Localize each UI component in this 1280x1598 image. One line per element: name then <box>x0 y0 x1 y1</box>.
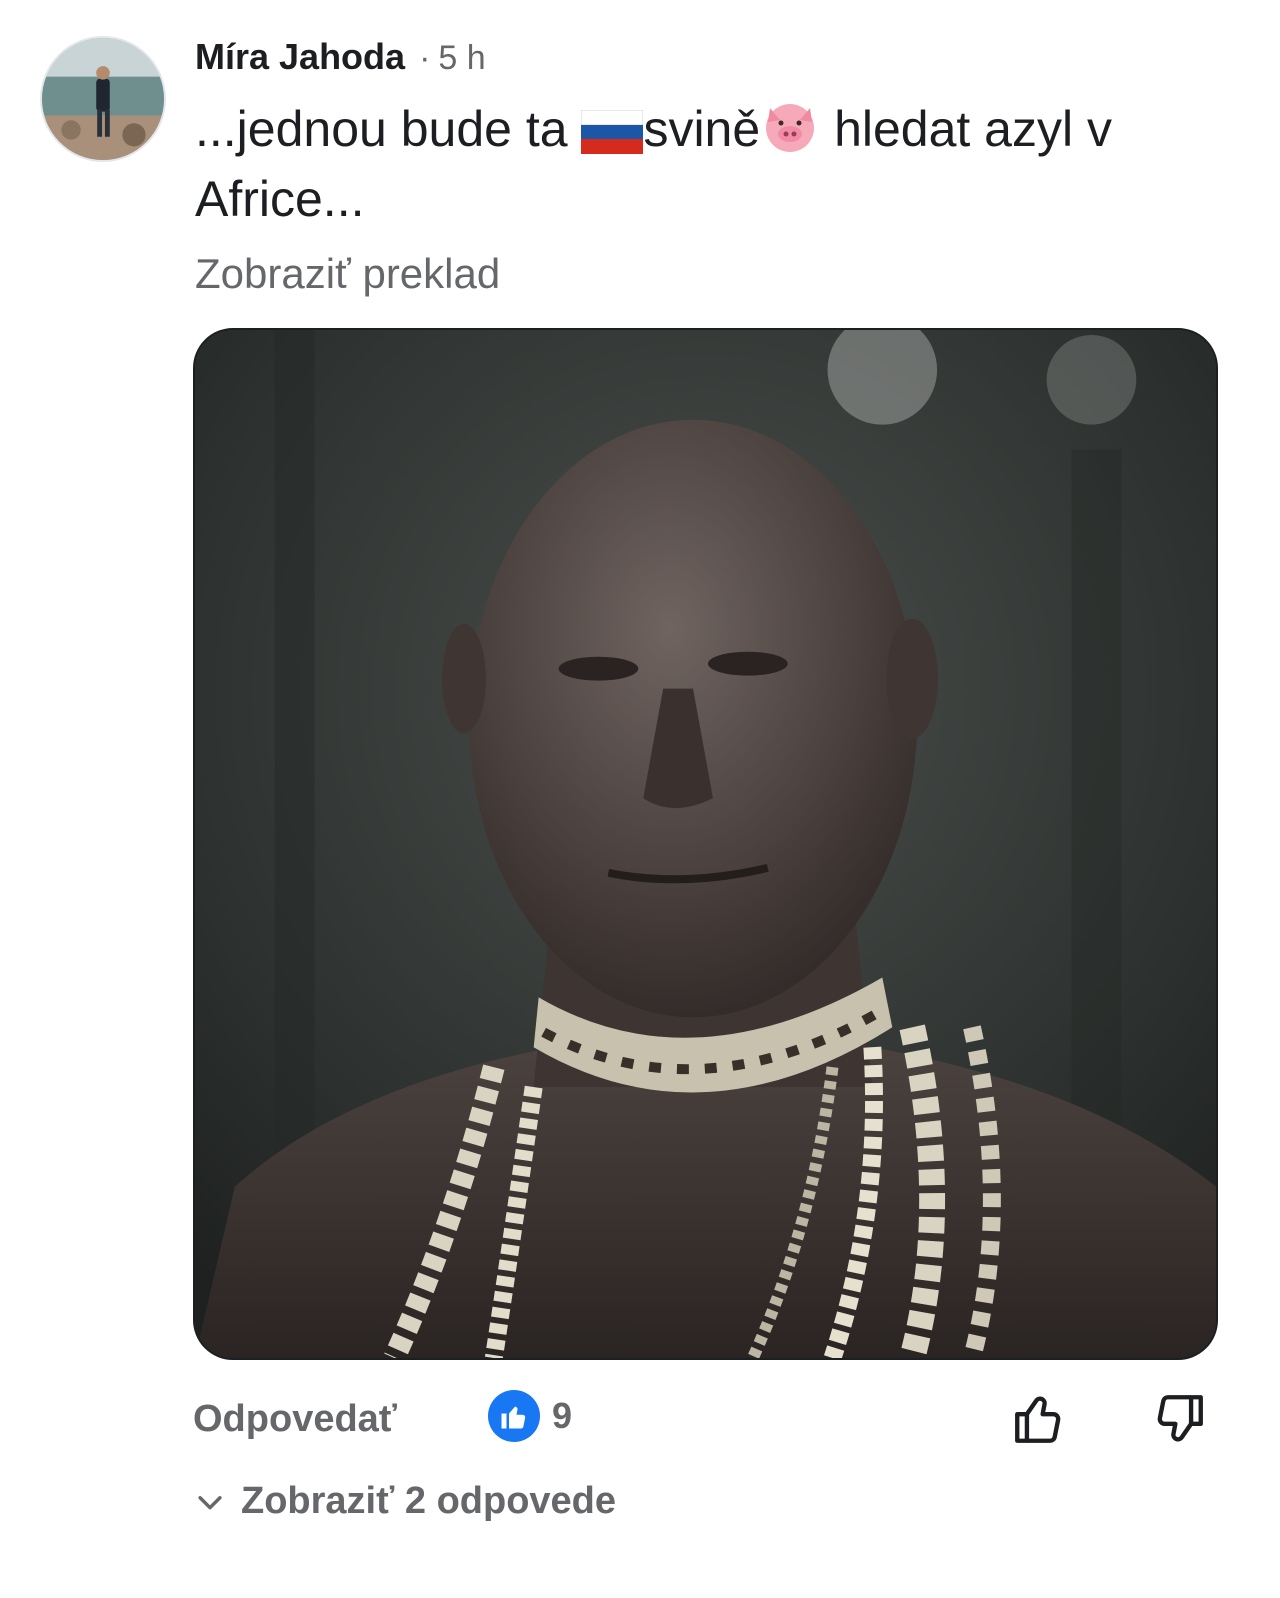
like-count: 9 <box>552 1395 573 1436</box>
pig-face-icon <box>760 98 820 168</box>
comment-attached-image[interactable] <box>193 328 1218 1360</box>
comment-text-part-1: ...jednou bude ta <box>195 101 582 157</box>
portrait-photo <box>195 330 1216 1358</box>
avatar-photo <box>42 38 164 160</box>
comment-header: Míra Jahoda · 5 h <box>195 36 486 78</box>
author-name[interactable]: Míra Jahoda <box>195 36 405 78</box>
view-replies-button[interactable]: Zobraziť 2 odpovede <box>193 1480 616 1523</box>
russia-flag-icon <box>580 106 644 168</box>
thumbs-up-icon[interactable] <box>1010 1390 1068 1448</box>
comment-text-part-2: svině <box>643 101 761 157</box>
thumbs-down-icon[interactable] <box>1150 1390 1208 1448</box>
reaction-summary[interactable]: 9 <box>488 1390 572 1442</box>
see-translation-link[interactable]: Zobraziť preklad <box>195 250 500 298</box>
comment-time: · 5 h <box>419 39 486 77</box>
like-reaction-icon <box>488 1390 540 1442</box>
comment-text: ...jednou bude ta svině hledat azyl v Af… <box>195 98 1195 230</box>
view-replies-label: Zobraziť 2 odpovede <box>241 1480 617 1522</box>
author-avatar[interactable] <box>40 36 166 162</box>
chevron-down-icon <box>198 1495 222 1509</box>
comment-actions: Odpovedať 9 <box>0 1390 1280 1460</box>
reply-button[interactable]: Odpovedať <box>193 1398 397 1441</box>
